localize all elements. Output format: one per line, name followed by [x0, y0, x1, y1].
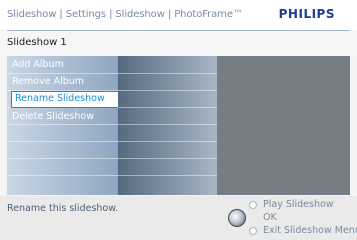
- legend-label: Play Slideshow: [263, 199, 334, 210]
- legend-play-slideshow: Play Slideshow: [249, 199, 334, 210]
- row-divider: [118, 73, 217, 74]
- status-text: Rename this slideshow.: [7, 203, 119, 214]
- breadcrumb: Slideshow | Settings | Slideshow | Photo…: [7, 9, 243, 20]
- row-divider: [118, 107, 217, 108]
- menu-item-add-album[interactable]: Add Album: [12, 56, 118, 73]
- menu-item-remove-album[interactable]: Remove Album: [12, 73, 118, 90]
- brand-logo: PHILIPS: [278, 7, 335, 21]
- row-divider: [118, 90, 217, 91]
- menu-item-delete-slideshow[interactable]: Delete Slideshow: [12, 108, 118, 125]
- circle-icon: [249, 200, 257, 209]
- legend-label: OK: [263, 212, 277, 223]
- preview-column: [217, 56, 350, 195]
- menu-column: Add Album Remove Album Rename Slideshow …: [7, 56, 121, 195]
- row-divider: [7, 175, 118, 176]
- header-bar: Slideshow | Settings | Slideshow | Photo…: [0, 0, 357, 30]
- row-divider: [118, 141, 217, 142]
- photoframe-screen: Slideshow | Settings | Slideshow | Photo…: [0, 0, 357, 240]
- legend-ok: OK: [249, 212, 277, 223]
- ok-knob-icon[interactable]: [228, 209, 246, 227]
- page-title: Slideshow 1: [7, 37, 67, 48]
- row-divider: [118, 175, 217, 176]
- subheader-bar: Slideshow 1: [0, 31, 357, 55]
- row-divider: [118, 158, 217, 159]
- menu-panel-area: Add Album Remove Album Rename Slideshow …: [7, 56, 350, 195]
- row-divider: [118, 124, 217, 125]
- legend-label: Exit Slideshow Menu: [263, 225, 357, 236]
- circle-icon: [249, 226, 257, 235]
- submenu-column: [118, 56, 217, 195]
- row-divider: [7, 141, 118, 142]
- legend-exit-slideshow-menu: Exit Slideshow Menu: [249, 225, 357, 236]
- row-divider: [7, 158, 118, 159]
- menu-item-rename-slideshow[interactable]: Rename Slideshow: [11, 91, 121, 108]
